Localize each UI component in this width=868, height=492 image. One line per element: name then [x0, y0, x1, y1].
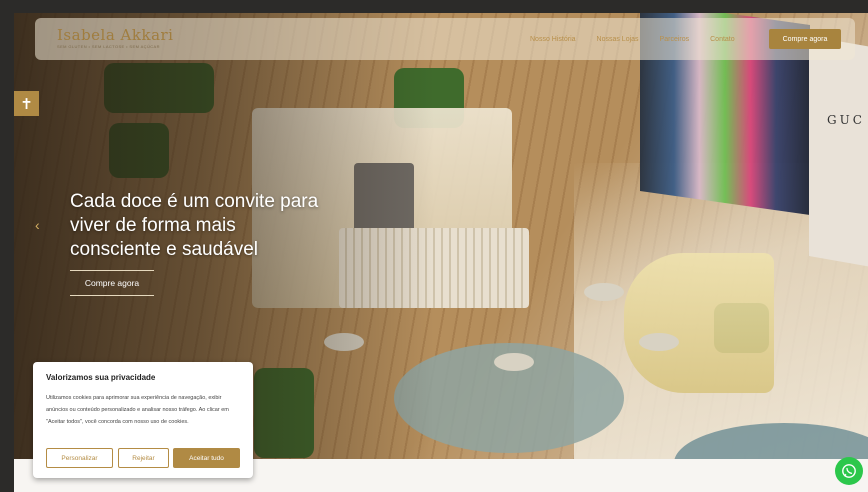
- accessibility-button[interactable]: ✝: [14, 91, 39, 116]
- hero-buy-button[interactable]: Compre agora: [70, 270, 154, 296]
- hero-storefront-wall: [809, 35, 868, 271]
- main-nav: Nosso História Nossas Lojas Parceiros Co…: [530, 18, 756, 60]
- cookie-title: Valorizamos sua privacidade: [46, 373, 156, 382]
- whatsapp-icon: [842, 464, 856, 478]
- brand-logo[interactable]: Isabela Akkari SEM GLUTEN • SEM LACTOSE …: [57, 27, 173, 49]
- carousel-prev-button[interactable]: ‹: [35, 217, 40, 233]
- nav-item-parceiros[interactable]: Parceiros: [660, 36, 690, 43]
- cafe-table: [639, 333, 679, 351]
- accessibility-icon: ✝: [20, 95, 33, 113]
- cookie-banner: Valorizamos sua privacidade Utilizamos c…: [33, 362, 253, 478]
- nav-item-historia[interactable]: Nosso História: [530, 36, 576, 43]
- chevron-left-icon: ‹: [35, 217, 40, 233]
- cafe-table: [494, 353, 534, 371]
- cookie-customize-button[interactable]: Personalizar: [46, 448, 113, 468]
- cafe-table: [584, 283, 624, 301]
- cookie-description: Utilizamos cookies para aprimorar sua ex…: [46, 395, 229, 425]
- whatsapp-button[interactable]: [835, 457, 863, 485]
- hero-headline: Cada doce é um convite para viver de for…: [70, 191, 319, 260]
- header-buy-button[interactable]: Compre agora: [769, 29, 841, 49]
- cookie-accept-button[interactable]: Aceitar tudo: [173, 448, 240, 468]
- cookie-reject-button[interactable]: Rejeitar: [118, 448, 169, 468]
- storefront-sign: GUC: [827, 113, 865, 127]
- nav-item-lojas[interactable]: Nossas Lojas: [597, 36, 639, 43]
- brand-name: Isabela Akkari: [57, 26, 174, 44]
- brand-tagline: SEM GLUTEN • SEM LACTOSE • SEM AÇÚCAR: [57, 44, 160, 49]
- site-header: Isabela Akkari SEM GLUTEN • SEM LACTOSE …: [35, 18, 855, 60]
- nav-item-contato[interactable]: Contato: [710, 36, 735, 43]
- bench: [624, 253, 774, 393]
